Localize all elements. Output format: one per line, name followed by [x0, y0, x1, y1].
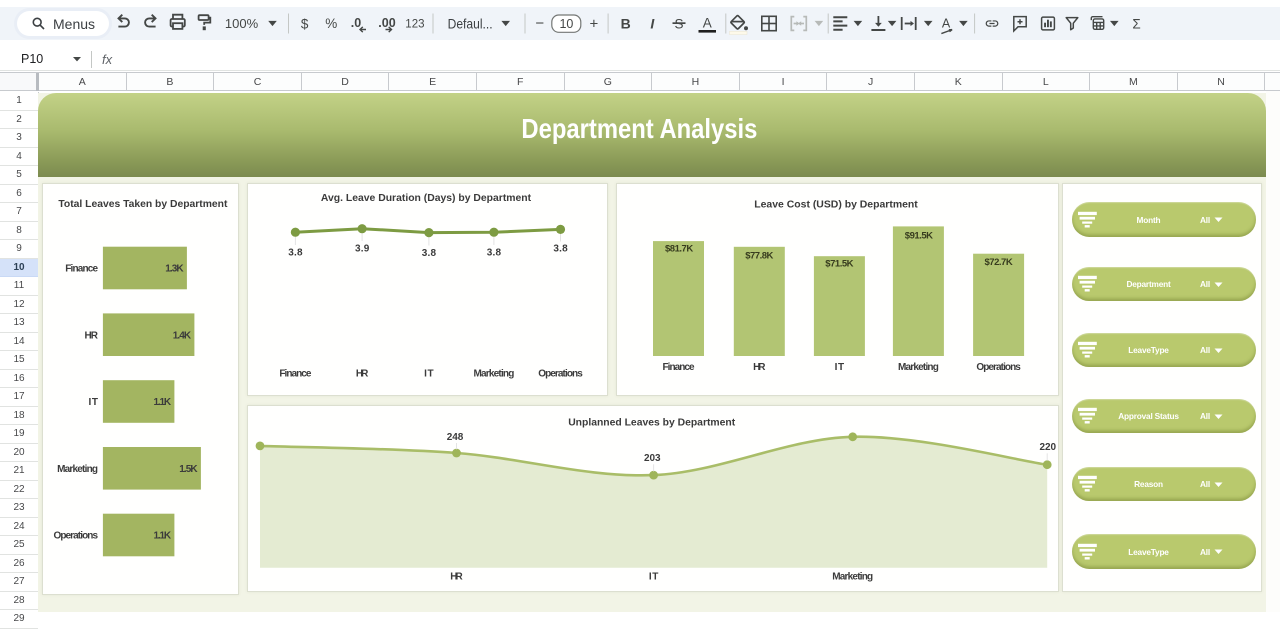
svg-text:$72.7K: $72.7K [984, 257, 1012, 268]
svg-text:Total Leaves Taken by Departme: Total Leaves Taken by Department [58, 199, 228, 210]
svg-text:3.9: 3.9 [354, 244, 369, 255]
svg-text:B: B [621, 16, 631, 32]
svg-text:Leave Cost (USD) by Department: Leave Cost (USD) by Department [754, 199, 918, 210]
svg-text:A: A [942, 17, 951, 31]
svg-text:Unplanned Leaves by Department: Unplanned Leaves by Department [568, 417, 736, 428]
svg-text:Finance: Finance [662, 362, 695, 373]
svg-text:248: 248 [446, 431, 463, 442]
svg-text:1.3K: 1.3K [165, 264, 184, 275]
svg-text:HR: HR [753, 362, 766, 373]
svg-text:Defaul...: Defaul... [448, 16, 493, 32]
svg-text:$77.8K: $77.8K [745, 250, 773, 261]
svg-text:I: I [650, 16, 655, 32]
svg-text:3.8: 3.8 [486, 247, 501, 258]
svg-text:203: 203 [644, 453, 661, 464]
svg-text:100%: 100% [225, 16, 259, 31]
svg-text:−: − [535, 15, 544, 32]
svg-text:$91.5K: $91.5K [904, 230, 932, 241]
svg-text:1.5K: 1.5K [179, 464, 198, 475]
svg-text:1.1K: 1.1K [153, 531, 171, 542]
svg-text:Marketing: Marketing [832, 571, 873, 582]
svg-text:Marketing: Marketing [473, 369, 514, 380]
svg-text:+: + [590, 16, 599, 33]
svg-text:fx: fx [102, 52, 113, 67]
svg-text:Operations: Operations [976, 362, 1021, 373]
svg-text:Finance: Finance [65, 264, 98, 275]
svg-text:Avg. Leave Duration (Days) by: Avg. Leave Duration (Days) by Department [320, 193, 531, 204]
svg-text:1.1K: 1.1K [153, 397, 171, 408]
svg-text:IT: IT [834, 362, 844, 373]
svg-text:Σ: Σ [1132, 16, 1140, 31]
svg-text:10: 10 [559, 17, 573, 31]
svg-text:IT: IT [648, 571, 658, 582]
svg-text:$81.7K: $81.7K [665, 244, 693, 255]
svg-text:Finance: Finance [279, 369, 312, 380]
svg-text:$71.5K: $71.5K [825, 258, 853, 269]
svg-text:1.4K: 1.4K [172, 330, 191, 341]
svg-text:HR: HR [450, 571, 463, 582]
svg-text:.00: .00 [378, 16, 395, 30]
svg-text:Marketing: Marketing [57, 464, 98, 475]
svg-text:3.8: 3.8 [421, 248, 436, 259]
svg-text:HR: HR [84, 330, 98, 341]
svg-text:%: % [325, 16, 337, 31]
svg-text:Operations: Operations [538, 369, 583, 380]
svg-text:HR: HR [355, 369, 368, 380]
svg-text:$: $ [301, 17, 309, 32]
svg-text:A: A [703, 16, 712, 31]
svg-text:Department Analysis: Department Analysis [521, 113, 757, 144]
svg-text:3.8: 3.8 [288, 247, 303, 258]
svg-text:Operations: Operations [53, 531, 98, 542]
svg-text:123: 123 [405, 19, 424, 31]
svg-text:IT: IT [88, 397, 98, 408]
svg-text:Marketing: Marketing [897, 362, 938, 373]
svg-text:3.8: 3.8 [553, 244, 568, 255]
svg-text:IT: IT [424, 369, 434, 380]
svg-text:220: 220 [1039, 442, 1056, 453]
svg-text:.0: .0 [351, 16, 361, 30]
